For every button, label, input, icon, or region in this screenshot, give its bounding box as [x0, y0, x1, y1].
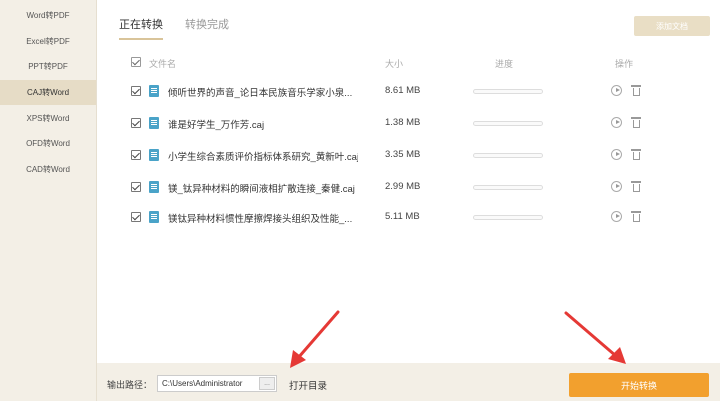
caj-file-icon — [149, 181, 159, 193]
sidebar-item-xps-to-word[interactable]: XPS转Word — [0, 105, 96, 131]
row-checkbox[interactable] — [131, 212, 141, 222]
open-directory-link[interactable]: 打开目录 — [289, 378, 327, 392]
file-size: 8.61 MB — [385, 85, 421, 96]
row-checkbox[interactable] — [131, 182, 141, 192]
progress-bar — [473, 153, 543, 158]
sidebar: Word转PDF Excel转PDF PPT转PDF CAJ转Word XPS转… — [0, 0, 97, 401]
file-name: 谁是好学生_万作芳.caj — [168, 120, 265, 131]
play-icon[interactable] — [611, 85, 622, 96]
trash-icon[interactable] — [631, 149, 641, 160]
play-icon[interactable] — [611, 117, 622, 128]
sidebar-item-cad-to-word[interactable]: CAD转Word — [0, 157, 96, 183]
header-size: 大小 — [385, 59, 404, 69]
header-filename: 文件名 — [149, 59, 177, 69]
caj-file-icon — [149, 85, 159, 97]
progress-bar — [473, 215, 543, 220]
table-row: 镁钛异种材料惯性摩擦焊接头组织及性能_... 5.11 MB — [119, 207, 699, 227]
bottom-bar: 输出路径： C:\Users\Administrator ... 打开目录 开始… — [97, 363, 720, 401]
tab-bar: 正在转换 转换完成 — [119, 16, 229, 40]
progress-bar — [473, 121, 543, 126]
header-action: 操作 — [615, 59, 634, 69]
file-name: 镁钛异种材料惯性摩擦焊接头组织及性能_... — [168, 214, 353, 225]
table-row: 谁是好学生_万作芳.caj 1.38 MB — [119, 113, 699, 133]
file-size: 1.38 MB — [385, 117, 421, 128]
play-icon[interactable] — [611, 181, 622, 192]
select-all-checkbox[interactable] — [131, 57, 141, 67]
trash-icon[interactable] — [631, 85, 641, 96]
tab-completed[interactable]: 转换完成 — [185, 16, 229, 40]
header-progress: 进度 — [495, 59, 514, 69]
caj-file-icon — [149, 211, 159, 223]
row-checkbox[interactable] — [131, 86, 141, 96]
table-row: 倾听世界的声音_论日本民族音乐学家小泉... 8.61 MB — [119, 81, 699, 101]
file-size: 5.11 MB — [385, 211, 420, 222]
table-header: 文件名 大小 进度 操作 — [119, 55, 699, 71]
caj-file-icon — [149, 149, 159, 161]
start-convert-button[interactable]: 开始转换 — [569, 373, 709, 397]
table-row: 小学生综合素质评价指标体系研究_黄新叶.caj 3.35 MB — [119, 145, 699, 165]
tab-converting[interactable]: 正在转换 — [119, 16, 163, 40]
sidebar-item-ppt-to-pdf[interactable]: PPT转PDF — [0, 54, 96, 80]
caj-file-icon — [149, 117, 159, 129]
trash-icon[interactable] — [631, 117, 641, 128]
sidebar-item-excel-to-pdf[interactable]: Excel转PDF — [0, 29, 96, 55]
row-checkbox[interactable] — [131, 118, 141, 128]
add-document-button[interactable]: 添加文档 — [634, 16, 710, 36]
browse-button[interactable]: ... — [259, 377, 275, 390]
file-size: 2.99 MB — [385, 181, 421, 192]
sidebar-item-ofd-to-word[interactable]: OFD转Word — [0, 131, 96, 157]
play-icon[interactable] — [611, 211, 622, 222]
trash-icon[interactable] — [631, 181, 641, 192]
file-name: 倾听世界的声音_论日本民族音乐学家小泉... — [168, 88, 353, 99]
play-icon[interactable] — [611, 149, 622, 160]
trash-icon[interactable] — [631, 211, 641, 222]
table-row: 镁_钛异种材料的瞬间液相扩散连接_秦健.caj 2.99 MB — [119, 177, 699, 197]
progress-bar — [473, 185, 543, 190]
row-checkbox[interactable] — [131, 150, 141, 160]
file-name: 小学生综合素质评价指标体系研究_黄新叶.caj — [168, 152, 358, 163]
sidebar-item-word-to-pdf[interactable]: Word转PDF — [0, 3, 96, 29]
file-size: 3.35 MB — [385, 149, 421, 160]
main-panel: 正在转换 转换完成 添加文档 文件名 大小 进度 操作 倾听世界的声音_论日本民… — [97, 0, 720, 363]
file-name: 镁_钛异种材料的瞬间液相扩散连接_秦健.caj — [168, 184, 355, 195]
output-path-label: 输出路径： — [107, 380, 153, 390]
sidebar-item-caj-to-word[interactable]: CAJ转Word — [0, 79, 96, 106]
progress-bar — [473, 89, 543, 94]
